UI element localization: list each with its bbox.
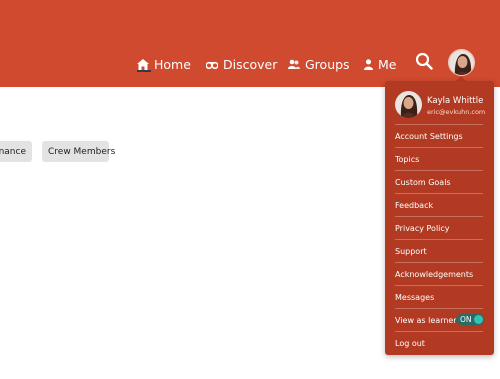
- menu-item-privacy-policy[interactable]: Privacy Policy: [395, 216, 483, 239]
- toggle-knob: [474, 315, 483, 324]
- profile-email: eric@evkuhn.com: [427, 108, 486, 116]
- view-as-learner-toggle[interactable]: ON: [456, 314, 484, 325]
- person-icon: [364, 58, 373, 70]
- home-icon: [137, 58, 149, 70]
- menu-item-topics[interactable]: Topics: [395, 147, 483, 170]
- nav-me-label: Me: [378, 56, 397, 72]
- menu-item-messages[interactable]: Messages: [395, 285, 483, 308]
- menu-item-custom-goals[interactable]: Custom Goals: [395, 170, 483, 193]
- profile-name: Kayla Whittle: [427, 96, 484, 106]
- filter-chip[interactable]: enance: [0, 141, 32, 162]
- toggle-label: ON: [460, 315, 472, 324]
- nav-groups[interactable]: Groups: [288, 54, 350, 74]
- menu-item-support[interactable]: Support: [395, 239, 483, 262]
- search-button[interactable]: [415, 52, 435, 72]
- chip-label: Crew Members: [48, 146, 116, 157]
- menu-item-account-settings[interactable]: Account Settings: [395, 124, 483, 147]
- menu-item-log-out[interactable]: Log out: [395, 331, 483, 354]
- active-tab-indicator: [137, 70, 151, 72]
- chip-label: enance: [0, 146, 26, 157]
- nav-home-label: Home: [154, 56, 191, 72]
- nav-discover-label: Discover: [223, 56, 278, 72]
- menu-item-acknowledgements[interactable]: Acknowledgements: [395, 262, 483, 285]
- binoculars-icon: [206, 60, 218, 69]
- nav-groups-label: Groups: [305, 56, 350, 72]
- filter-chip-crew-members[interactable]: Crew Members: [42, 141, 115, 162]
- search-icon: [415, 52, 433, 74]
- profile-summary: Kayla Whittle eric@evkuhn.com: [395, 91, 490, 121]
- nav-me[interactable]: Me: [364, 54, 396, 74]
- avatar-button[interactable]: [448, 49, 475, 76]
- groups-icon: [288, 59, 300, 69]
- profile-avatar: [395, 91, 422, 118]
- menu-item-feedback[interactable]: Feedback: [395, 193, 483, 216]
- nav-discover[interactable]: Discover: [206, 54, 277, 74]
